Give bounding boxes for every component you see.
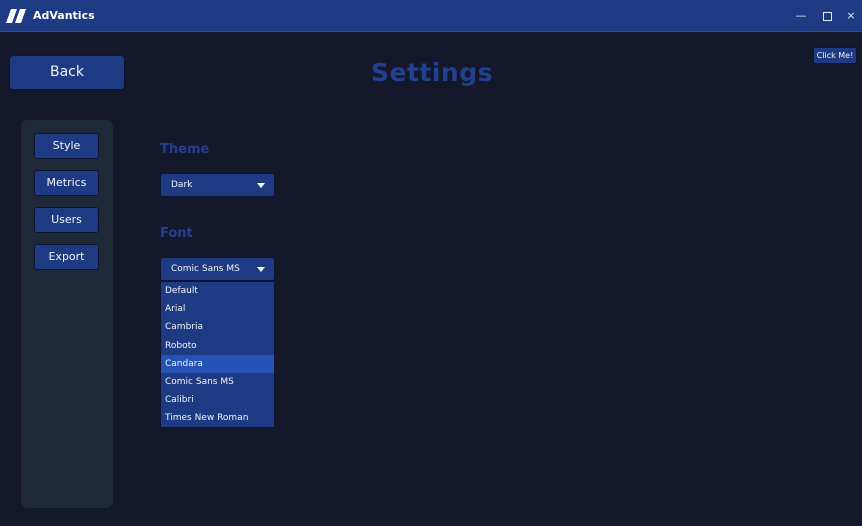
chevron-down-icon [257,183,265,188]
page-title: Settings [370,58,493,87]
title-bar: AdVantics — × [0,0,862,32]
font-option-times-new-roman[interactable]: Times New Roman [161,409,274,427]
click-me-button[interactable]: Click Me! [813,47,857,64]
sidebar-item-users[interactable]: Users [34,207,99,233]
sidebar-item-metrics[interactable]: Metrics [34,170,99,196]
theme-label: Theme [160,142,210,157]
font-option-roboto[interactable]: Roboto [161,337,274,355]
font-dropdown[interactable]: Comic Sans MS [160,257,275,281]
back-button[interactable]: Back [9,55,125,90]
close-button[interactable]: × [841,6,861,26]
advantics-logo-icon [6,9,26,23]
sidebar-item-export[interactable]: Export [34,244,99,270]
font-dropdown-value: Comic Sans MS [171,264,240,274]
theme-dropdown[interactable]: Dark [160,173,275,197]
font-option-cambria[interactable]: Cambria [161,318,274,336]
minimize-button[interactable]: — [791,6,811,26]
maximize-icon [822,11,832,21]
app-title: AdVantics [33,9,95,22]
font-option-candara[interactable]: Candara [161,354,274,373]
font-dropdown-menu: Default Arial Cambria Roboto Candara Com… [160,281,275,428]
font-option-comic-sans-ms[interactable]: Comic Sans MS [161,373,274,391]
font-label: Font [160,226,193,241]
font-option-default[interactable]: Default [161,282,274,300]
maximize-button[interactable] [817,6,837,26]
font-option-calibri[interactable]: Calibri [161,391,274,409]
theme-dropdown-value: Dark [171,180,193,190]
font-option-arial[interactable]: Arial [161,300,274,318]
sidebar-item-style[interactable]: Style [34,133,99,159]
chevron-down-icon [257,267,265,272]
